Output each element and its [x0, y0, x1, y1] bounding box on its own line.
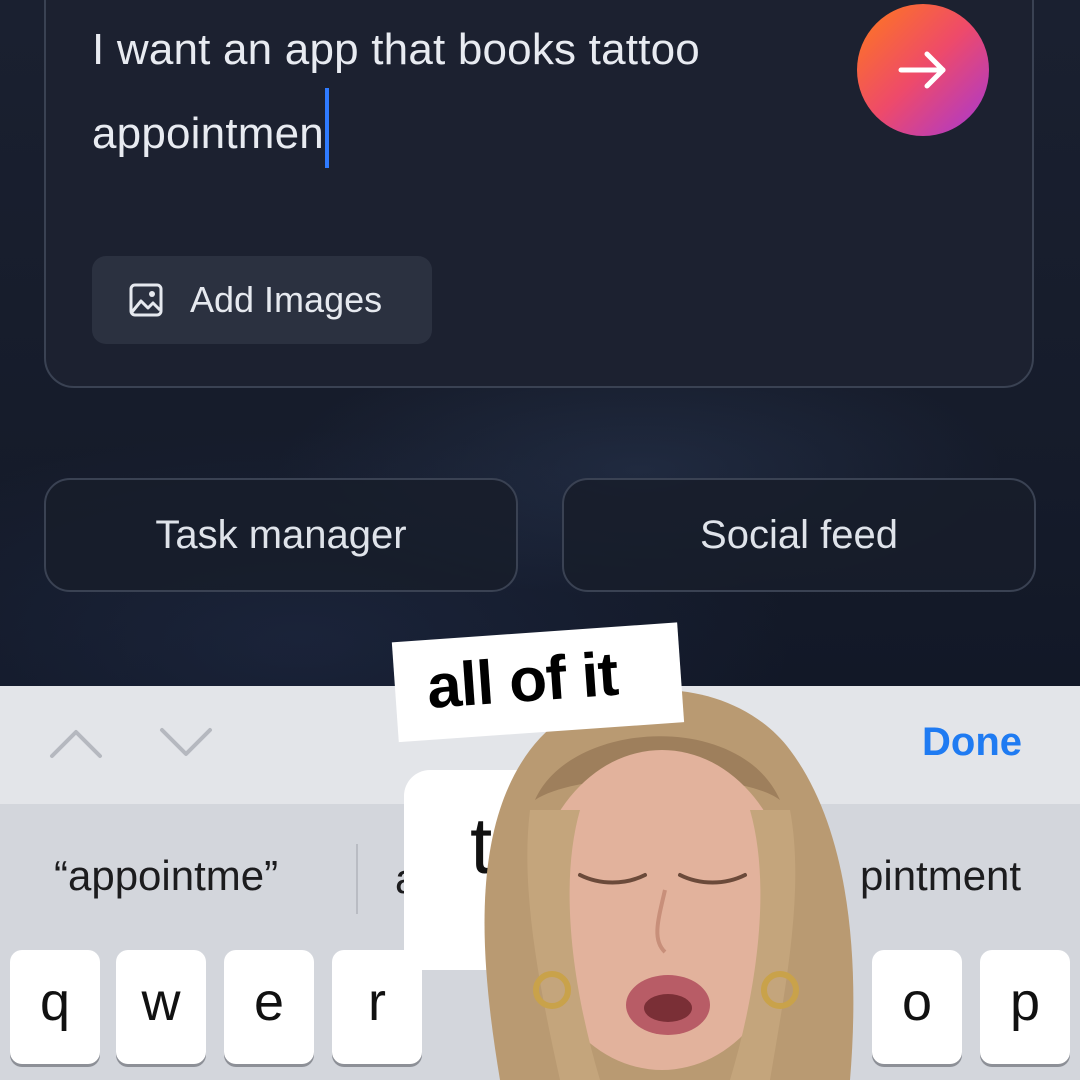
- caption-sticker: all of it: [391, 622, 692, 772]
- key-p[interactable]: p: [980, 950, 1070, 1064]
- chevron-down-icon[interactable]: [156, 720, 216, 764]
- done-button[interactable]: Done: [922, 720, 1022, 765]
- key-w[interactable]: w: [116, 950, 206, 1064]
- send-button[interactable]: [857, 4, 989, 136]
- key-e[interactable]: e: [224, 950, 314, 1064]
- chip-task-manager[interactable]: Task manager: [44, 478, 518, 592]
- prompt-input[interactable]: I want an app that books tattoo appointm…: [92, 12, 832, 172]
- suggestion-right[interactable]: pintment: [860, 852, 1021, 900]
- arrow-right-icon: [898, 51, 946, 89]
- add-images-button[interactable]: Add Images: [92, 256, 432, 344]
- key-o[interactable]: o: [872, 950, 962, 1064]
- chip-social-feed[interactable]: Social feed: [562, 478, 1036, 592]
- key-q[interactable]: q: [10, 950, 100, 1064]
- add-images-label: Add Images: [190, 279, 383, 320]
- text-caret: [324, 88, 329, 168]
- chevron-up-icon[interactable]: [46, 720, 106, 764]
- caption-text: all of it: [424, 639, 620, 722]
- prompt-input-text: I want an app that books tattoo appointm…: [92, 25, 700, 158]
- image-icon: [129, 283, 163, 317]
- suggestion-literal[interactable]: “appointme”: [54, 852, 278, 900]
- suggestion-divider: [356, 844, 358, 914]
